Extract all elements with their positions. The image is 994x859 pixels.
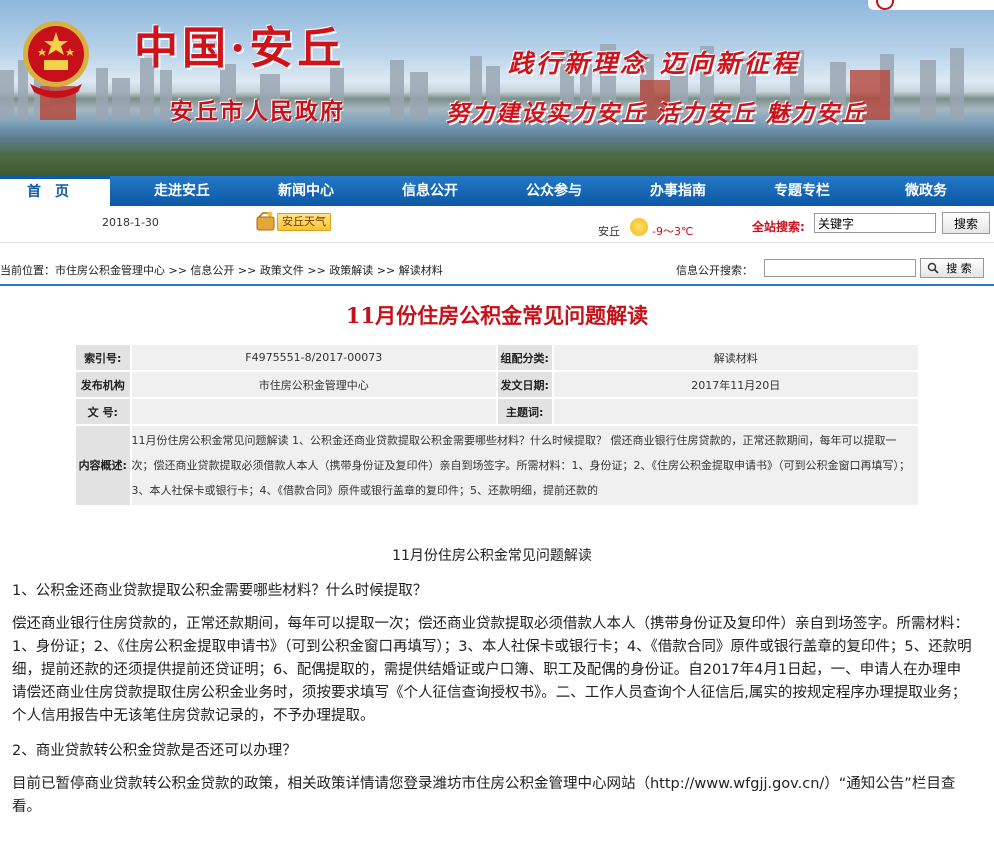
breadcrumb-item[interactable]: 市住房公积金管理中心	[55, 264, 165, 277]
breadcrumb-item[interactable]: 信息公开	[190, 264, 234, 277]
meta-index-label: 索引号:	[76, 345, 130, 370]
corner-logo-icon	[868, 0, 994, 10]
national-emblem-icon	[23, 21, 89, 98]
meta-docno-value	[131, 399, 496, 424]
breadcrumb-item[interactable]: 解读材料	[399, 264, 443, 277]
body-title: 11月份住房公积金常见问题解读	[392, 548, 592, 564]
meta-category-label: 组配分类:	[497, 345, 552, 370]
nav-news-center[interactable]: 新闻中心	[244, 176, 368, 206]
weather-temperature: -9～3℃	[652, 225, 694, 238]
meta-category-value: 解读材料	[553, 345, 918, 370]
question-1: 1、公积金还商业贷款提取公积金需要哪些材料？什么时候提取？	[12, 583, 428, 599]
meta-docno-label: 文 号:	[76, 399, 130, 424]
document-meta-table: 索引号: F4975551-8/2017-00073 组配分类: 解读材料 发布…	[74, 343, 920, 507]
nav-info-disclosure[interactable]: 信息公开	[368, 176, 492, 206]
slogan-line-1: 践行新理念 迈向新征程	[508, 49, 800, 78]
meta-publisher-value: 市住房公积金管理中心	[131, 372, 496, 397]
weather-button-label: 安丘天气	[277, 213, 331, 231]
nav-public-participation[interactable]: 公众参与	[492, 176, 616, 206]
meta-date-value: 2017年11月20日	[553, 372, 918, 397]
breadcrumb-item[interactable]: 政策解读	[329, 264, 373, 277]
nav-micro-gov[interactable]: 微政务	[864, 176, 988, 206]
main-nav: 首页 走进安丘 新闻中心 信息公开 公众参与 办事指南 专题专栏 微政务	[0, 176, 994, 206]
breadcrumb-item[interactable]: 政策文件	[260, 264, 304, 277]
breadcrumb: 当前位置：市住房公积金管理中心 >> 信息公开 >> 政策文件 >> 政策解读 …	[0, 262, 443, 278]
info-search-input[interactable]	[764, 259, 916, 277]
nav-home[interactable]: 首页	[0, 176, 110, 206]
article-body: 1、公积金还商业贷款提取公积金需要哪些材料？什么时候提取？ 偿还商业银行住房贷款…	[12, 580, 972, 831]
nav-special-topics[interactable]: 专题专栏	[740, 176, 864, 206]
meta-index-value: F4975551-8/2017-00073	[131, 345, 496, 370]
breadcrumb-separator: >>	[303, 264, 330, 277]
site-search-button[interactable]: 搜索	[942, 212, 990, 234]
meta-summary-label: 内容概述:	[76, 426, 130, 505]
info-search-button[interactable]: 搜 索	[920, 258, 984, 278]
weather-city: 安丘	[598, 225, 620, 238]
info-search-label: 信息公开搜索：	[676, 264, 753, 277]
breadcrumb-bar: 当前位置：市住房公积金管理中心 >> 信息公开 >> 政策文件 >> 政策解读 …	[0, 256, 994, 286]
site-subtitle: 安丘市人民政府	[170, 98, 345, 125]
answer-2: 目前已暂停商业贷款转公积金贷款的政策，相关政策详情请您登录潍坊市住房公积金管理中…	[12, 776, 956, 815]
breadcrumb-separator: >>	[373, 264, 399, 277]
weather-button[interactable]: 安丘天气	[255, 210, 333, 232]
meta-publisher-label: 发布机构	[76, 372, 130, 397]
weather-folder-icon	[256, 211, 275, 231]
meta-date-label: 发文日期:	[497, 372, 552, 397]
current-date: 2018-1-30	[102, 216, 159, 229]
site-search-input[interactable]	[814, 213, 936, 233]
breadcrumb-prefix: 当前位置：	[0, 264, 55, 277]
utility-bar: 2018-1-30 安丘天气 安丘 -9～3℃ 全站搜索: 搜索	[0, 206, 994, 243]
meta-subject-label: 主题词:	[497, 399, 552, 424]
nav-service-guide[interactable]: 办事指南	[616, 176, 740, 206]
question-2: 2、商业贷款转公积金贷款是否还可以办理？	[12, 743, 297, 759]
meta-summary-value: 11月份住房公积金常见问题解读 1、公积金还商业贷款提取公积金需要哪些材料？什么…	[131, 426, 918, 505]
breadcrumb-separator: >>	[165, 264, 191, 277]
header-banner: 中国·安丘 安丘市人民政府 践行新理念 迈向新征程 努力建设实力安丘 活力安丘 …	[0, 0, 994, 176]
article-title: 11月份住房公积金常见问题解读	[345, 303, 649, 328]
magnifier-icon	[927, 262, 939, 274]
nav-about-anqiu[interactable]: 走进安丘	[120, 176, 244, 206]
site-search-label: 全站搜索:	[752, 220, 805, 234]
slogan-line-2: 努力建设实力安丘 活力安丘 魅力安丘	[446, 100, 867, 127]
breadcrumb-separator: >>	[234, 264, 260, 277]
site-title: 中国·安丘	[134, 23, 346, 74]
sun-icon	[630, 218, 648, 236]
info-search-button-label: 搜 索	[946, 262, 972, 275]
answer-1: 偿还商业银行住房贷款的，正常还款期间，每年可以提取一次；偿还商业贷款提取必须借款…	[12, 616, 972, 724]
meta-subject-value	[553, 399, 918, 424]
